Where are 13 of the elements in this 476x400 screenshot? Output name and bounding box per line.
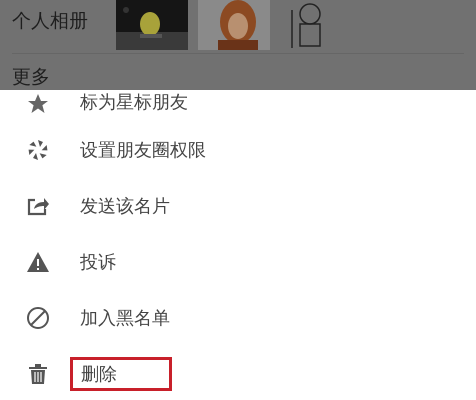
block-icon [26,306,50,330]
menu-item[interactable]: 加入黑名单 [80,306,170,330]
menu-item[interactable]: 标为星标朋友 [80,90,188,114]
warning-icon [26,250,50,274]
menu-item[interactable]: 投诉 [80,250,116,274]
star-icon [26,92,50,116]
album-label: 个人相册 [12,9,89,34]
trash-icon [26,362,50,386]
more-label: 更多 [12,65,50,90]
aperture-icon [26,138,50,162]
menu-item[interactable]: 发送该名片 [80,194,170,218]
menu-item[interactable]: 设置朋友圈权限 [80,138,206,162]
menu-item[interactable]: 删除 [70,357,172,391]
